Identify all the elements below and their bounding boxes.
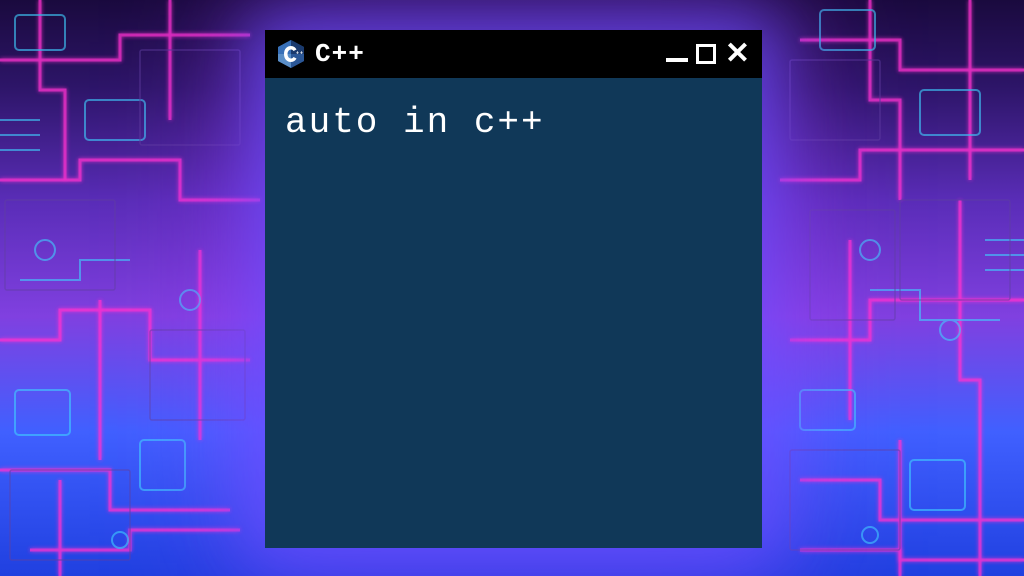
content-text: auto in c++ (285, 102, 742, 143)
window-title: C++ (315, 39, 365, 69)
window-controls: ✕ (666, 44, 750, 64)
svg-text:+: + (296, 51, 299, 57)
titlebar[interactable]: + + C++ ✕ (265, 30, 762, 78)
close-button[interactable]: ✕ (725, 44, 750, 64)
window-content: auto in c++ (265, 78, 762, 548)
app-window: + + C++ ✕ auto in c++ (265, 30, 762, 548)
svg-text:+: + (300, 51, 303, 57)
maximize-button[interactable] (696, 44, 716, 64)
minimize-button[interactable] (666, 58, 688, 62)
cpp-hexagon-icon: + + (277, 39, 305, 69)
